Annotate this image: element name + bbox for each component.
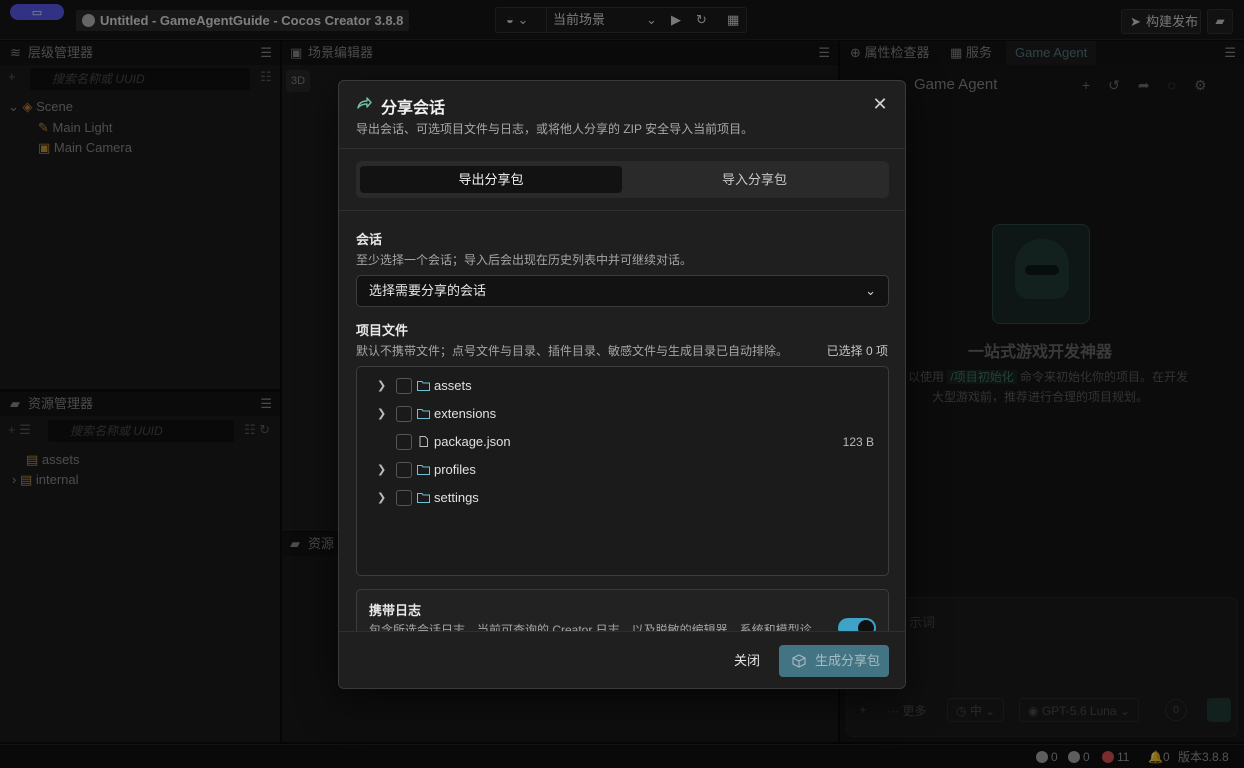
file-name: package.json <box>434 434 511 449</box>
folder-icon <box>417 465 430 475</box>
close-icon[interactable]: ✕ <box>871 95 889 113</box>
file-name: assets <box>434 378 472 393</box>
file-name: extensions <box>434 406 497 421</box>
checkbox[interactable] <box>396 490 412 506</box>
tab-export[interactable]: 导出分享包 <box>360 166 622 193</box>
dialog-body[interactable]: 会话 至少选择一个会话；导入后会出现在历史列表中并可继续对话。 选择需要分享的会… <box>339 211 905 631</box>
generate-package-button[interactable]: 生成分享包 <box>779 645 889 677</box>
close-button[interactable]: 关闭 <box>722 645 772 677</box>
chevron-down-icon: ⌄ <box>865 283 876 298</box>
dialog-header: 分享会话 导出会话、可选项目文件与日志，或将他人分享的 ZIP 安全导入当前项目… <box>339 81 905 149</box>
file-name: profiles <box>434 462 476 477</box>
folder-icon <box>417 493 430 503</box>
folder-icon <box>417 381 430 391</box>
session-section-title: 会话 <box>356 232 383 247</box>
dialog-title: 分享会话 <box>381 100 446 117</box>
chevron-right-icon[interactable]: ❯ <box>377 400 386 428</box>
file-row-package-json[interactable]: package.json 123 B <box>357 428 888 456</box>
file-icon <box>419 436 428 447</box>
session-select[interactable]: 选择需要分享的会话 ⌄ <box>356 275 889 307</box>
selected-count: 已选择 0 项 <box>826 344 888 358</box>
files-section-desc: 默认不携带文件；点号文件与目录、插件目录、敏感文件与生成目录已自动排除。 <box>356 344 789 358</box>
generate-package-label: 生成分享包 <box>815 653 881 668</box>
logs-title: 携带日志 <box>369 603 422 618</box>
chevron-right-icon[interactable]: ❯ <box>377 456 386 484</box>
package-icon <box>792 654 806 668</box>
files-section-title: 项目文件 <box>356 323 409 338</box>
logs-toggle[interactable] <box>838 618 876 631</box>
logs-option: 携带日志 包含所选会话日志、当前可查询的 Creator 日志，以及脱敏的编辑器… <box>356 589 889 631</box>
file-row-assets[interactable]: ❯ assets <box>357 372 888 400</box>
file-row-settings[interactable]: ❯ settings <box>357 484 888 512</box>
chevron-right-icon[interactable]: ❯ <box>377 484 386 512</box>
dialog-footer: 关闭 生成分享包 <box>339 631 905 688</box>
dialog-subtitle: 导出会话、可选项目文件与日志，或将他人分享的 ZIP 安全导入当前项目。 <box>356 122 754 136</box>
checkbox[interactable] <box>396 406 412 422</box>
chevron-right-icon[interactable]: ❯ <box>377 372 386 400</box>
file-tree: ❯ assets ❯ extensions package.json 123 B… <box>356 366 889 576</box>
toggle-knob <box>858 620 874 631</box>
session-section-desc: 至少选择一个会话；导入后会出现在历史列表中并可继续对话。 <box>356 253 693 267</box>
checkbox[interactable] <box>396 462 412 478</box>
file-row-profiles[interactable]: ❯ profiles <box>357 456 888 484</box>
logs-desc: 包含所选会话日志、当前可查询的 Creator 日志，以及脱敏的编辑器、系统和模… <box>369 623 812 631</box>
share-session-dialog: 分享会话 导出会话、可选项目文件与日志，或将他人分享的 ZIP 安全导入当前项目… <box>338 80 906 689</box>
file-row-extensions[interactable]: ❯ extensions <box>357 400 888 428</box>
file-name: settings <box>434 490 479 505</box>
file-size: 123 B <box>842 435 874 449</box>
share-mode-tabs: 导出分享包 导入分享包 <box>356 161 889 198</box>
folder-icon <box>417 409 430 419</box>
checkbox[interactable] <box>396 434 412 450</box>
share-icon <box>357 97 372 109</box>
session-select-value: 选择需要分享的会话 <box>369 283 487 298</box>
tab-import[interactable]: 导入分享包 <box>624 166 885 193</box>
checkbox[interactable] <box>396 378 412 394</box>
